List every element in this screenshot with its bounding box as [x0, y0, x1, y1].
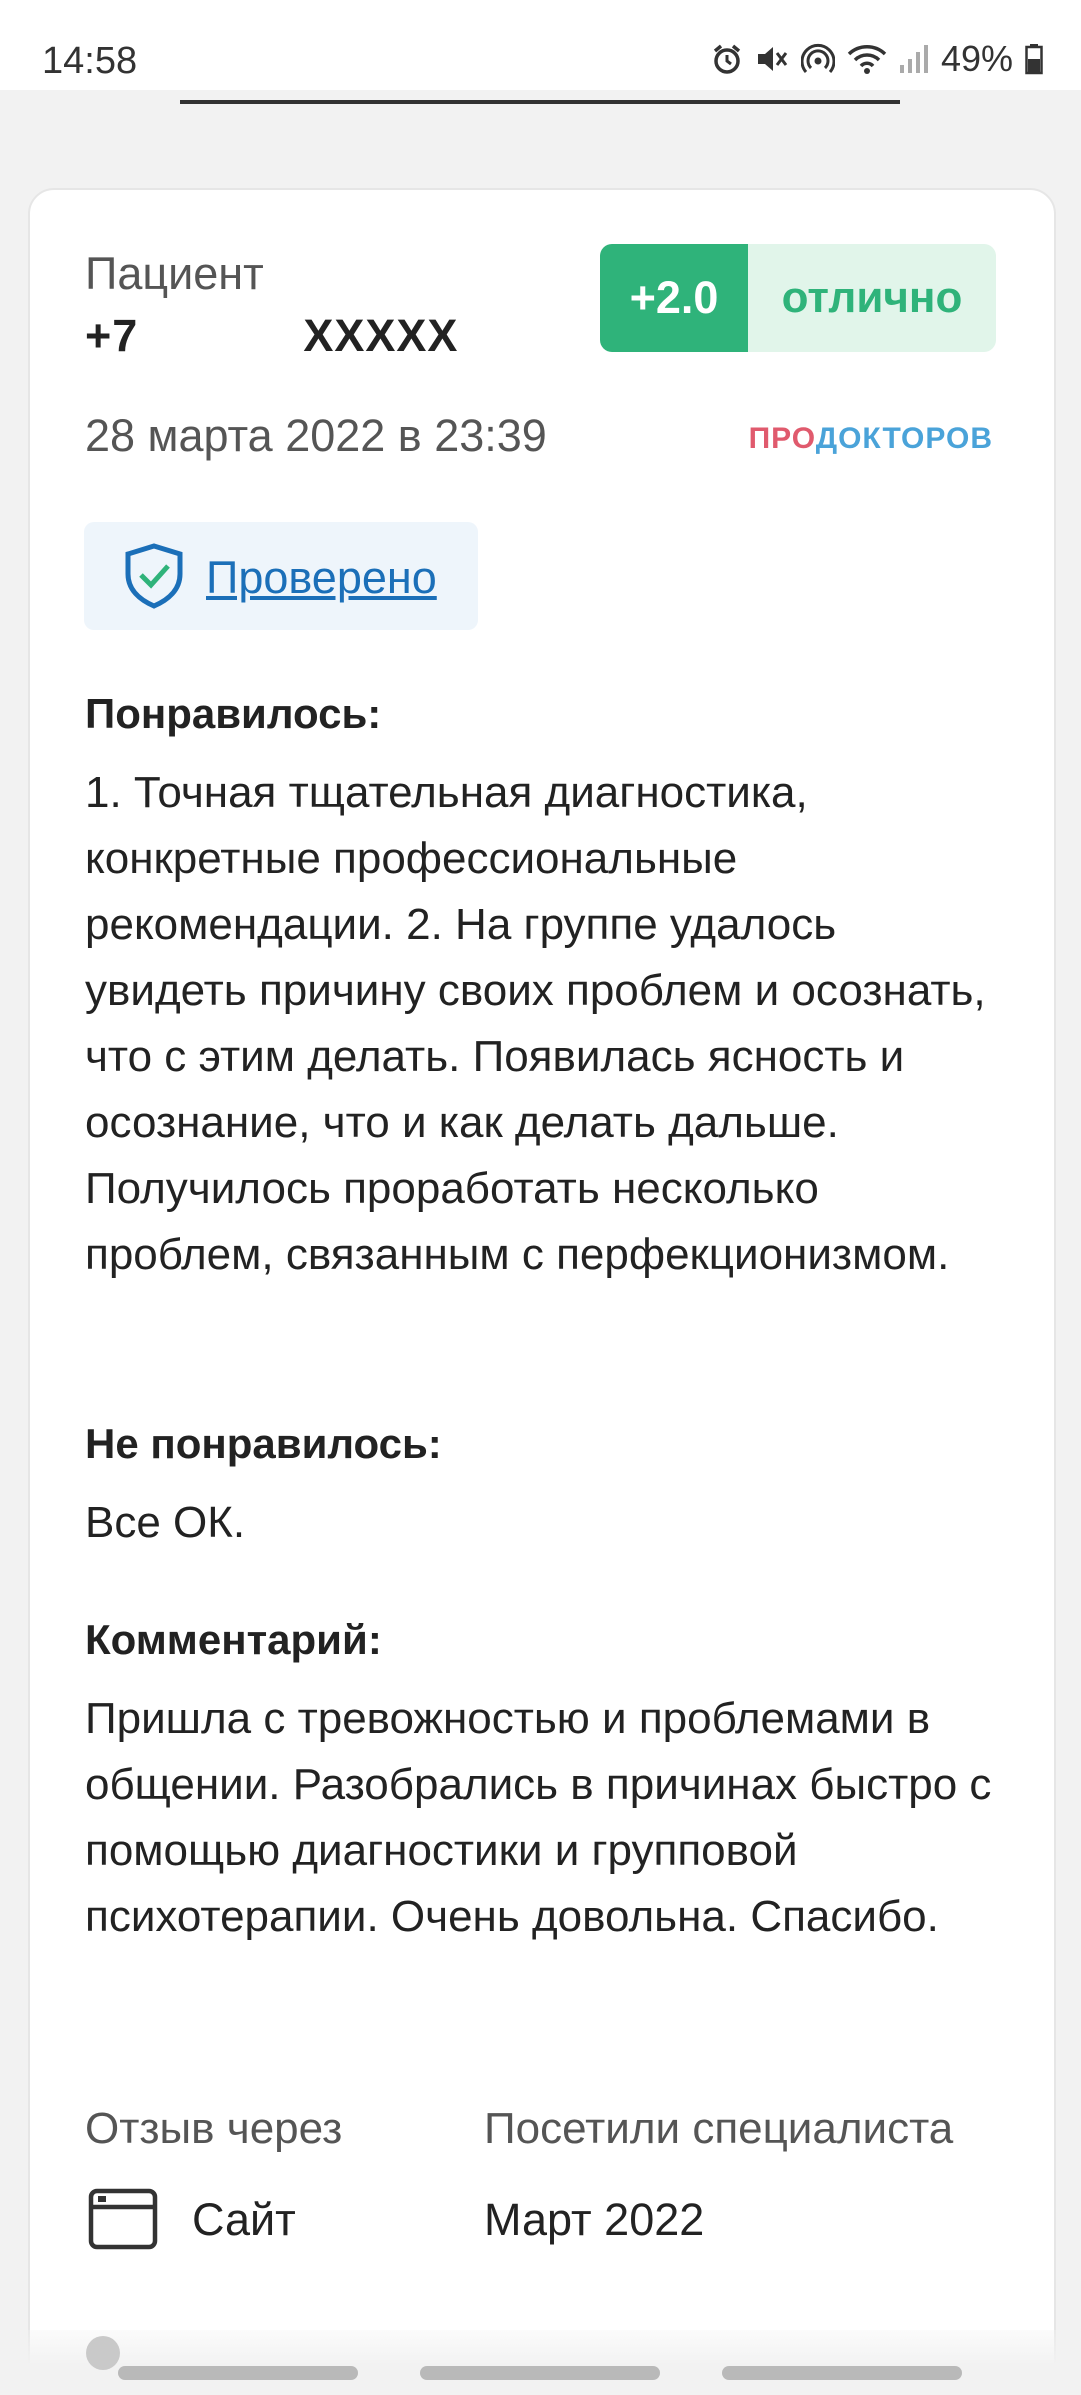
- nav-pill-right[interactable]: [722, 2366, 962, 2380]
- logo-part1: ПРО: [748, 422, 816, 455]
- battery-percent: 49%: [940, 38, 1013, 79]
- rating-badge: +2.0 отлично: [600, 244, 996, 352]
- review-card: [28, 188, 1056, 2395]
- shield-check-icon: [122, 542, 186, 615]
- nav-pill-center[interactable]: [420, 2366, 660, 2380]
- page-top-strip: [0, 90, 1081, 190]
- patient-label: Пациент: [85, 248, 264, 299]
- rating-text: отлично: [748, 244, 996, 352]
- phone-suffix: XXXXX: [303, 310, 459, 361]
- battery-icon: [1025, 43, 1043, 75]
- wifi-icon: [847, 43, 887, 75]
- browser-window-icon: [88, 2188, 158, 2255]
- phone-prefix: +7: [85, 310, 139, 361]
- source-value: Сайт: [192, 2194, 296, 2245]
- bottom-fade: [0, 2330, 1081, 2395]
- comment-text: Пришла с тревожностью и проблемами в общ…: [85, 1694, 992, 1941]
- alarm-icon: [711, 43, 743, 75]
- liked-title: Понравилось:: [85, 690, 382, 737]
- disliked-title: Не понравилось:: [85, 1420, 442, 1467]
- visited-label: Посетили специалиста: [484, 2104, 954, 2153]
- disliked-text: Все ОК.: [85, 1498, 246, 1547]
- verified-link[interactable]: Проверено: [206, 552, 437, 604]
- prodoktorov-logo[interactable]: ПРОДОКТОРОВ: [749, 422, 993, 456]
- status-bar: 14:58 49%: [0, 0, 1081, 90]
- status-icons: 49%: [711, 38, 1043, 80]
- liked-text: 1. Точная тщательная диагностика, конкре…: [85, 768, 986, 1279]
- visited-value: Март 2022: [484, 2194, 705, 2245]
- patient-phone: +7 XXXXX: [85, 310, 458, 362]
- top-link-underline: [180, 100, 900, 104]
- signal-icon: [899, 43, 929, 75]
- mute-icon: [755, 43, 789, 75]
- comment-title: Комментарий:: [85, 1616, 382, 1663]
- review-date: 28 марта 2022 в 23:39: [85, 410, 547, 461]
- source-label: Отзыв через: [85, 2104, 343, 2153]
- status-time: 14:58: [42, 40, 138, 82]
- next-item-icon: [86, 2336, 120, 2370]
- logo-part2: ДОКТОРОВ: [815, 422, 993, 455]
- hotspot-icon: [800, 42, 835, 76]
- nav-pill-left[interactable]: [118, 2366, 358, 2380]
- rating-score: +2.0: [600, 244, 748, 352]
- verified-badge[interactable]: Проверено: [84, 522, 478, 630]
